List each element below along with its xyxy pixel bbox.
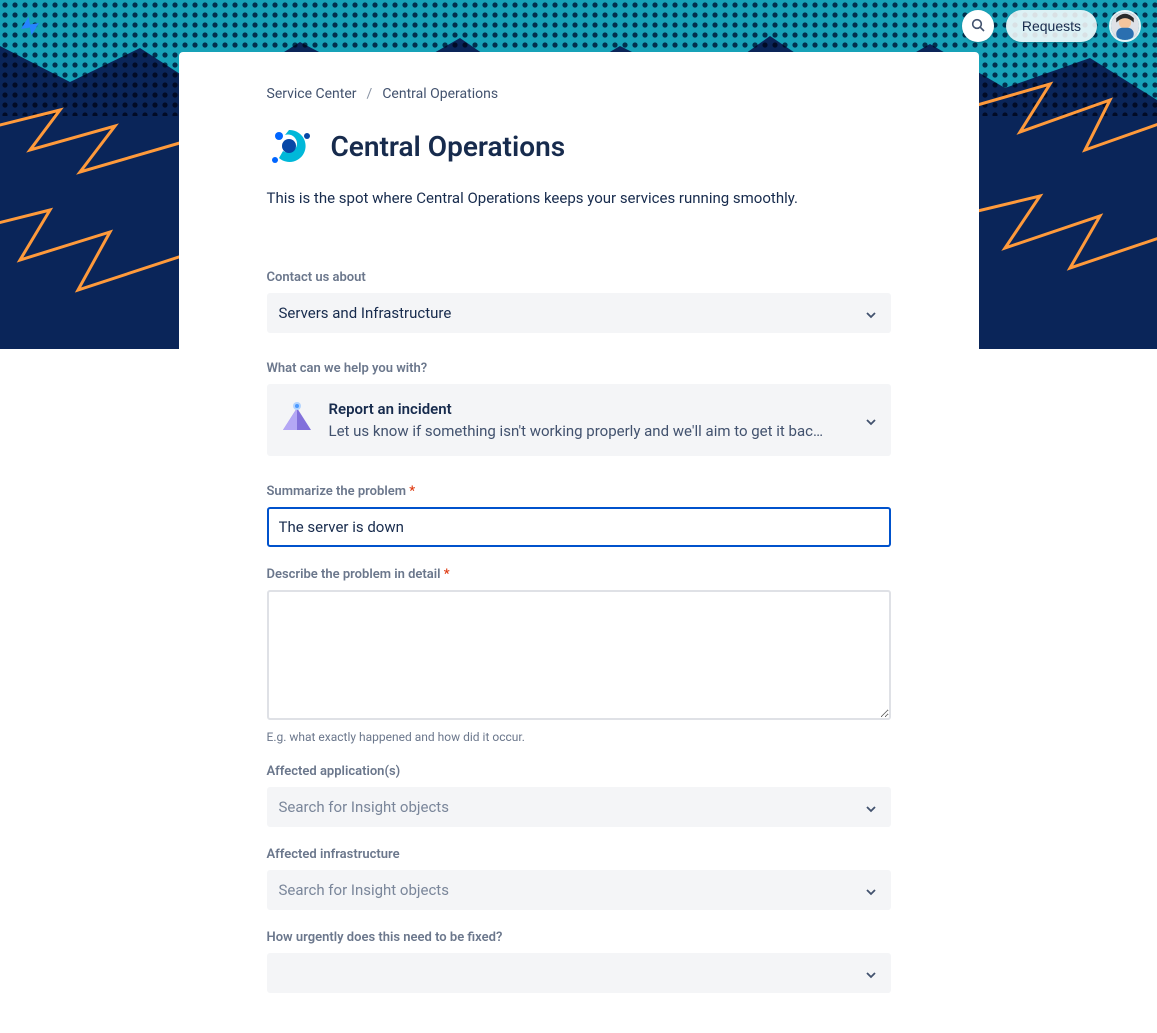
- describe-textarea[interactable]: [267, 590, 891, 720]
- apps-placeholder: Search for Insight objects: [279, 798, 449, 816]
- breadcrumb-current[interactable]: Central Operations: [382, 86, 498, 102]
- requests-label: Requests: [1022, 18, 1081, 34]
- chevron-down-icon: [865, 414, 877, 426]
- requests-button[interactable]: Requests: [1006, 10, 1097, 42]
- infra-label: Affected infrastructure: [267, 847, 891, 862]
- breadcrumb-parent[interactable]: Service Center: [267, 86, 357, 102]
- request-type-select[interactable]: Report an incident Let us know if someth…: [267, 384, 891, 456]
- describe-label: Describe the problem in detail *: [267, 567, 891, 582]
- chevron-down-icon: [865, 884, 877, 896]
- urgency-label: How urgently does this need to be fixed?: [267, 930, 891, 945]
- breadcrumb: Service Center / Central Operations: [267, 86, 891, 102]
- help-label: What can we help you with?: [267, 361, 891, 376]
- contact-value: Servers and Infrastructure: [279, 304, 452, 322]
- infra-select[interactable]: Search for Insight objects: [267, 870, 891, 910]
- chevron-down-icon: [865, 307, 877, 319]
- breadcrumb-separator: /: [367, 86, 373, 102]
- search-button[interactable]: [962, 10, 994, 42]
- app-logo-icon[interactable]: [18, 14, 42, 38]
- apps-select[interactable]: Search for Insight objects: [267, 787, 891, 827]
- avatar[interactable]: [1109, 10, 1141, 42]
- request-type-title: Report an incident: [329, 400, 853, 418]
- infra-placeholder: Search for Insight objects: [279, 881, 449, 899]
- apps-label: Affected application(s): [267, 764, 891, 779]
- describe-hint: E.g. what exactly happened and how did i…: [267, 730, 891, 744]
- summarize-input[interactable]: [267, 507, 891, 547]
- search-icon: [970, 17, 986, 36]
- request-panel: Service Center / Central Operations Cent…: [179, 52, 979, 1033]
- project-icon: [267, 122, 315, 170]
- chevron-down-icon: [865, 801, 877, 813]
- topbar: Requests: [0, 0, 1157, 52]
- chevron-down-icon: [865, 967, 877, 979]
- page-title: Central Operations: [331, 130, 566, 163]
- summarize-label: Summarize the problem *: [267, 484, 891, 499]
- contact-label: Contact us about: [267, 270, 891, 285]
- contact-select[interactable]: Servers and Infrastructure: [267, 293, 891, 333]
- incident-icon: [279, 400, 315, 436]
- request-type-description: Let us know if something isn't working p…: [329, 422, 853, 440]
- page-description: This is the spot where Central Operation…: [267, 188, 891, 210]
